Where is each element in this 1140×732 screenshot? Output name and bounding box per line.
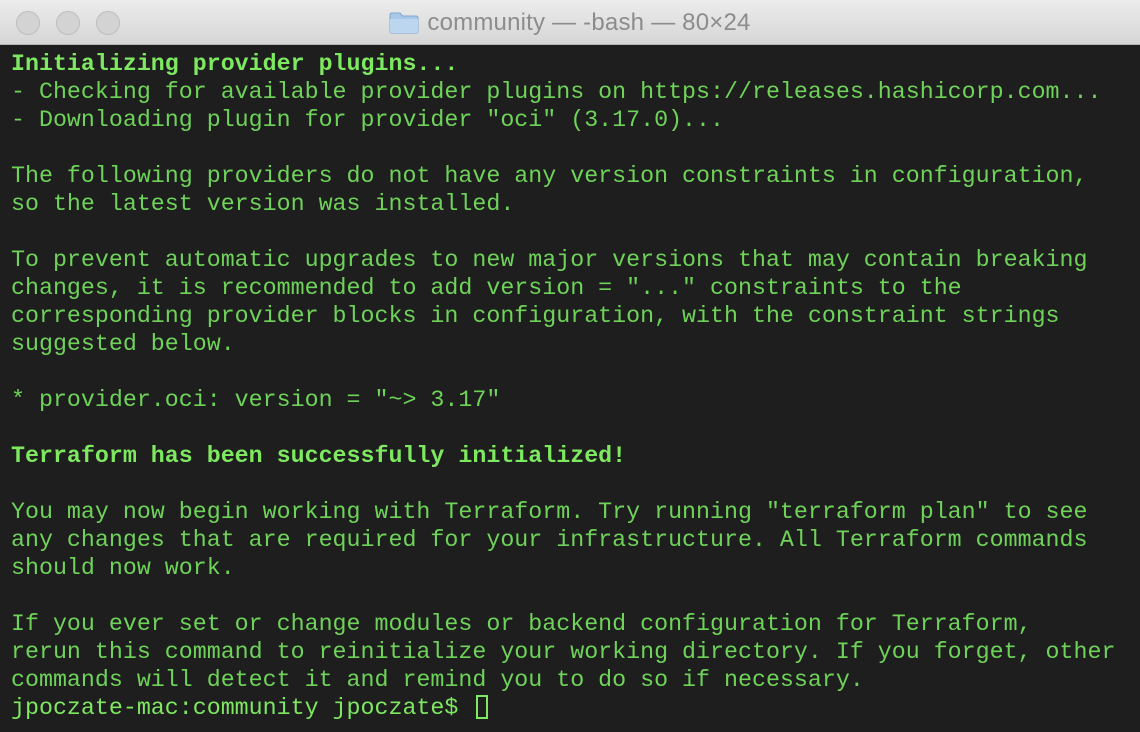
terminal-line: rerun this command to reinitialize your … — [11, 639, 1116, 665]
folder-icon — [389, 12, 419, 33]
shell-prompt-line[interactable]: jpoczate-mac:community jpoczate$ — [11, 694, 1140, 722]
window-title: community — -bash — 80×24 — [427, 8, 751, 36]
terminal-line: - Checking for available provider plugin… — [11, 79, 1102, 105]
terminal-line: changes, it is recommended to add versio… — [11, 275, 962, 301]
terminal-line: suggested below. — [11, 331, 235, 357]
terminal-line: Terraform has been successfully initiali… — [11, 443, 627, 469]
terminal-line: should now work. — [11, 555, 235, 581]
window-title-group: community — -bash — 80×24 — [0, 0, 1140, 45]
terminal-line: To prevent automatic upgrades to new maj… — [11, 247, 1088, 273]
terminal-line: commands will detect it and remind you t… — [11, 667, 864, 693]
terminal-line: any changes that are required for your i… — [11, 527, 1088, 553]
shell-prompt: jpoczate-mac:community jpoczate$ — [11, 695, 473, 721]
terminal-line: If you ever set or change modules or bac… — [11, 611, 1032, 637]
terminal-window: community — -bash — 80×24 Initializing p… — [0, 0, 1140, 732]
title-bar[interactable]: community — -bash — 80×24 — [0, 0, 1140, 45]
terminal-line: * provider.oci: version = "~> 3.17" — [11, 387, 501, 413]
terminal-line: You may now begin working with Terraform… — [11, 499, 1088, 525]
terminal-line: - Downloading plugin for provider "oci" … — [11, 107, 725, 133]
text-cursor — [476, 695, 489, 719]
terminal-line: corresponding provider blocks in configu… — [11, 303, 1060, 329]
terminal-output[interactable]: Initializing provider plugins... - Check… — [0, 46, 1140, 732]
terminal-line: Initializing provider plugins... — [11, 51, 459, 77]
terminal-line: so the latest version was installed. — [11, 191, 515, 217]
terminal-line: The following providers do not have any … — [11, 163, 1088, 189]
